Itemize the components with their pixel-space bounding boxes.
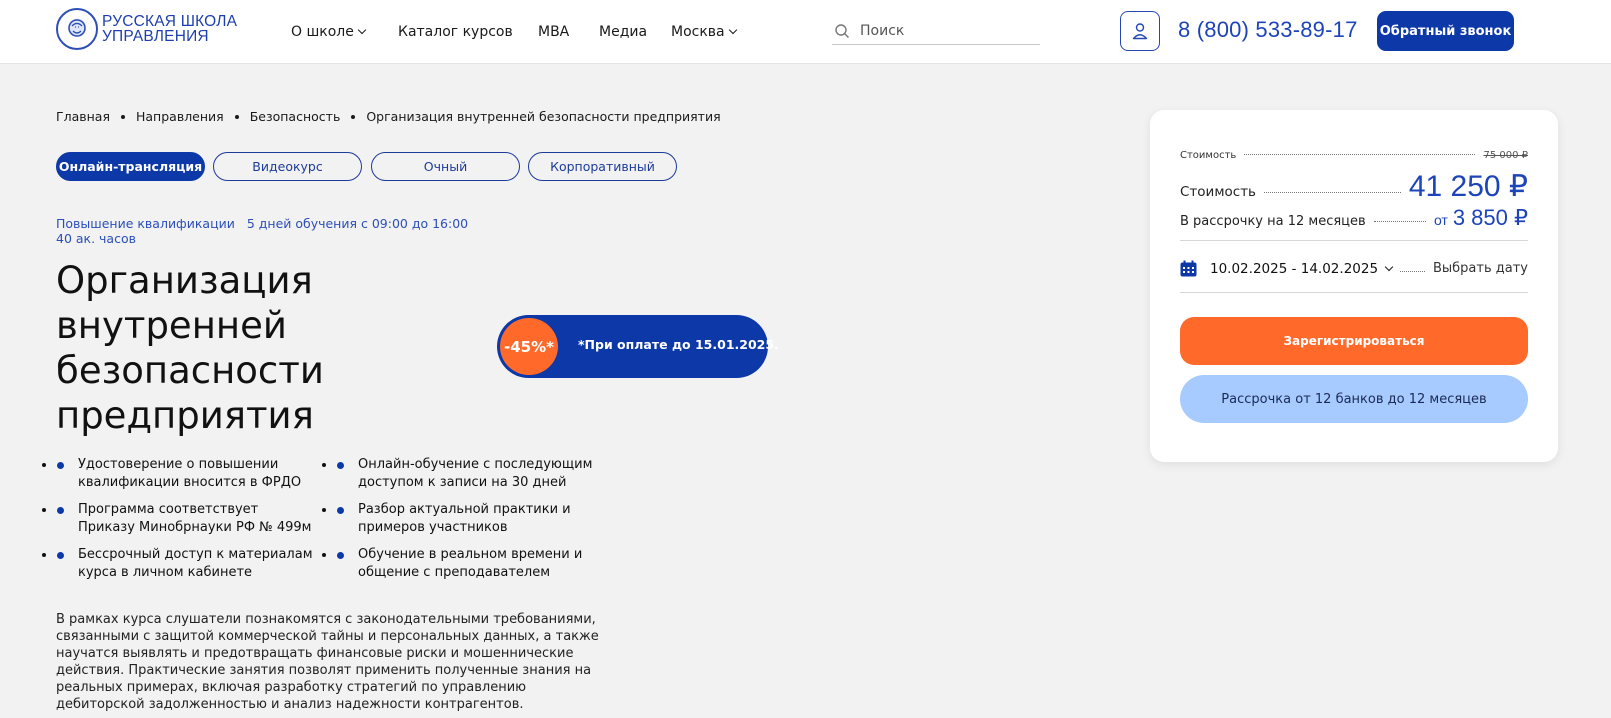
price-label: Стоимость bbox=[1180, 184, 1257, 200]
promo-banner: -45%* *При оплате до 15.01.2025. bbox=[497, 315, 779, 378]
breadcrumb-separator bbox=[121, 114, 125, 119]
calendar-icon bbox=[1180, 260, 1197, 277]
dotted-leader bbox=[1244, 154, 1476, 155]
nav-item-label: MBA bbox=[538, 24, 570, 40]
feature-list: Удостоверение о повышении квалификации в… bbox=[56, 456, 616, 582]
dotted-leader bbox=[1373, 221, 1426, 222]
installment-price: от 3 850 ₽ bbox=[1434, 205, 1528, 231]
register-button[interactable]: Зарегистрироваться bbox=[1180, 317, 1528, 365]
account-button[interactable] bbox=[1120, 11, 1160, 51]
date-select[interactable]: 10.02.2025 - 14.02.2025 bbox=[1180, 260, 1394, 277]
logo-text: Русская школа управления bbox=[102, 13, 238, 45]
nav-item-label: Медиа bbox=[599, 24, 648, 40]
breadcrumb-separator bbox=[351, 114, 356, 119]
breadcrumb: Главная Направления Безопасность Организ… bbox=[56, 109, 721, 124]
tab-offline[interactable]: Очный bbox=[371, 152, 520, 181]
course-schedule: 5 дней обучения с 09:00 до 16:00 bbox=[246, 216, 469, 231]
course-meta: Повышение квалификации 5 дней обучения с… bbox=[56, 216, 469, 246]
course-hours: 40 ак. часов bbox=[56, 230, 136, 246]
search-box bbox=[832, 18, 1040, 45]
search-input[interactable] bbox=[860, 23, 1030, 39]
feature-item: Программа соответствует Приказу Минобрна… bbox=[56, 501, 316, 537]
feature-item: Разбор актуальной практики и примеров уч… bbox=[336, 501, 596, 537]
chevron-down-icon bbox=[357, 25, 367, 35]
breadcrumb-item-home[interactable]: Главная bbox=[56, 109, 110, 124]
page-title: Организация внутренней безопасности пред… bbox=[56, 259, 324, 437]
old-price: 75 000 ₽ bbox=[1483, 150, 1528, 161]
callback-button[interactable]: Обратный звонок bbox=[1377, 11, 1514, 51]
site-header: Русская школа управления О школе Каталог… bbox=[0, 0, 1611, 64]
tab-online[interactable]: Онлайн-трансляция bbox=[56, 152, 205, 181]
feature-item: Бессрочный доступ к материалам курса в л… bbox=[56, 546, 316, 582]
breadcrumb-item-security[interactable]: Безопасность bbox=[250, 109, 341, 124]
logo-line-2: управления bbox=[102, 28, 209, 45]
nav-item-city[interactable]: Москва bbox=[671, 24, 737, 40]
date-range: 10.02.2025 - 14.02.2025 bbox=[1210, 260, 1379, 277]
feature-item: Обучение в реальном времени и общение с … bbox=[336, 546, 596, 582]
divider bbox=[1180, 292, 1528, 293]
breadcrumb-item-current: Организация внутренней безопасности пред… bbox=[366, 109, 721, 124]
nav-item-label: Москва bbox=[671, 24, 725, 40]
divider bbox=[1180, 240, 1528, 241]
user-icon bbox=[1132, 23, 1148, 40]
dotted-leader bbox=[1400, 271, 1425, 272]
nav-item-mba[interactable]: MBA bbox=[538, 24, 569, 40]
logo[interactable]: Русская школа управления bbox=[56, 8, 237, 50]
breadcrumb-item-directions[interactable]: Направления bbox=[136, 109, 224, 124]
installment-button[interactable]: Рассрочка от 12 банков до 12 месяцев bbox=[1180, 375, 1528, 423]
pick-date-link[interactable]: Выбрать дату bbox=[1433, 261, 1528, 276]
phone-number[interactable]: 8 (800) 533-89-17 bbox=[1178, 17, 1358, 43]
nav-item-label: О школе bbox=[291, 24, 354, 40]
installment-label: В рассрочку на 12 месяцев bbox=[1180, 214, 1366, 229]
dotted-leader bbox=[1264, 192, 1401, 193]
promo-note: *При оплате до 15.01.2025. bbox=[578, 337, 779, 352]
nav-item-catalog[interactable]: Каталог курсов bbox=[398, 24, 513, 40]
feature-item: Онлайн-обучение с последующим доступом к… bbox=[336, 456, 596, 492]
course-type: Повышение квалификации bbox=[56, 216, 235, 231]
installment-prefix: от bbox=[1433, 212, 1448, 228]
logo-line-1: Русская школа bbox=[102, 13, 238, 30]
price-row: Стоимость 41 250 ₽ bbox=[1180, 169, 1528, 204]
course-description: В рамках курса слушатели познакомятся с … bbox=[56, 612, 599, 712]
feature-item: Удостоверение о повышении квалификации в… bbox=[56, 456, 316, 492]
nav-item-media[interactable]: Медиа bbox=[599, 24, 647, 40]
price-card: Стоимость 75 000 ₽ Стоимость 41 250 ₽ В … bbox=[1150, 110, 1558, 462]
old-price-label: Стоимость bbox=[1180, 150, 1237, 161]
installment-row: В рассрочку на 12 месяцев от 3 850 ₽ bbox=[1180, 205, 1528, 231]
nav-item-about[interactable]: О школе bbox=[291, 24, 367, 40]
logo-lion-icon bbox=[56, 8, 98, 50]
discount-badge: -45%* bbox=[500, 318, 558, 375]
tab-video[interactable]: Видеокурс bbox=[213, 152, 362, 181]
nav-item-label: Каталог курсов bbox=[398, 24, 513, 40]
date-row: 10.02.2025 - 14.02.2025 Выбрать дату bbox=[1180, 260, 1528, 277]
old-price-row: Стоимость 75 000 ₽ bbox=[1180, 150, 1528, 161]
chevron-down-icon bbox=[728, 25, 737, 35]
chevron-down-icon bbox=[1384, 262, 1394, 271]
current-price: 41 250 ₽ bbox=[1408, 170, 1528, 203]
search-icon[interactable] bbox=[834, 23, 850, 39]
tab-corporate[interactable]: Корпоративный bbox=[528, 152, 677, 181]
breadcrumb-separator bbox=[234, 114, 239, 119]
installment-amount: 3 850 ₽ bbox=[1452, 205, 1528, 230]
